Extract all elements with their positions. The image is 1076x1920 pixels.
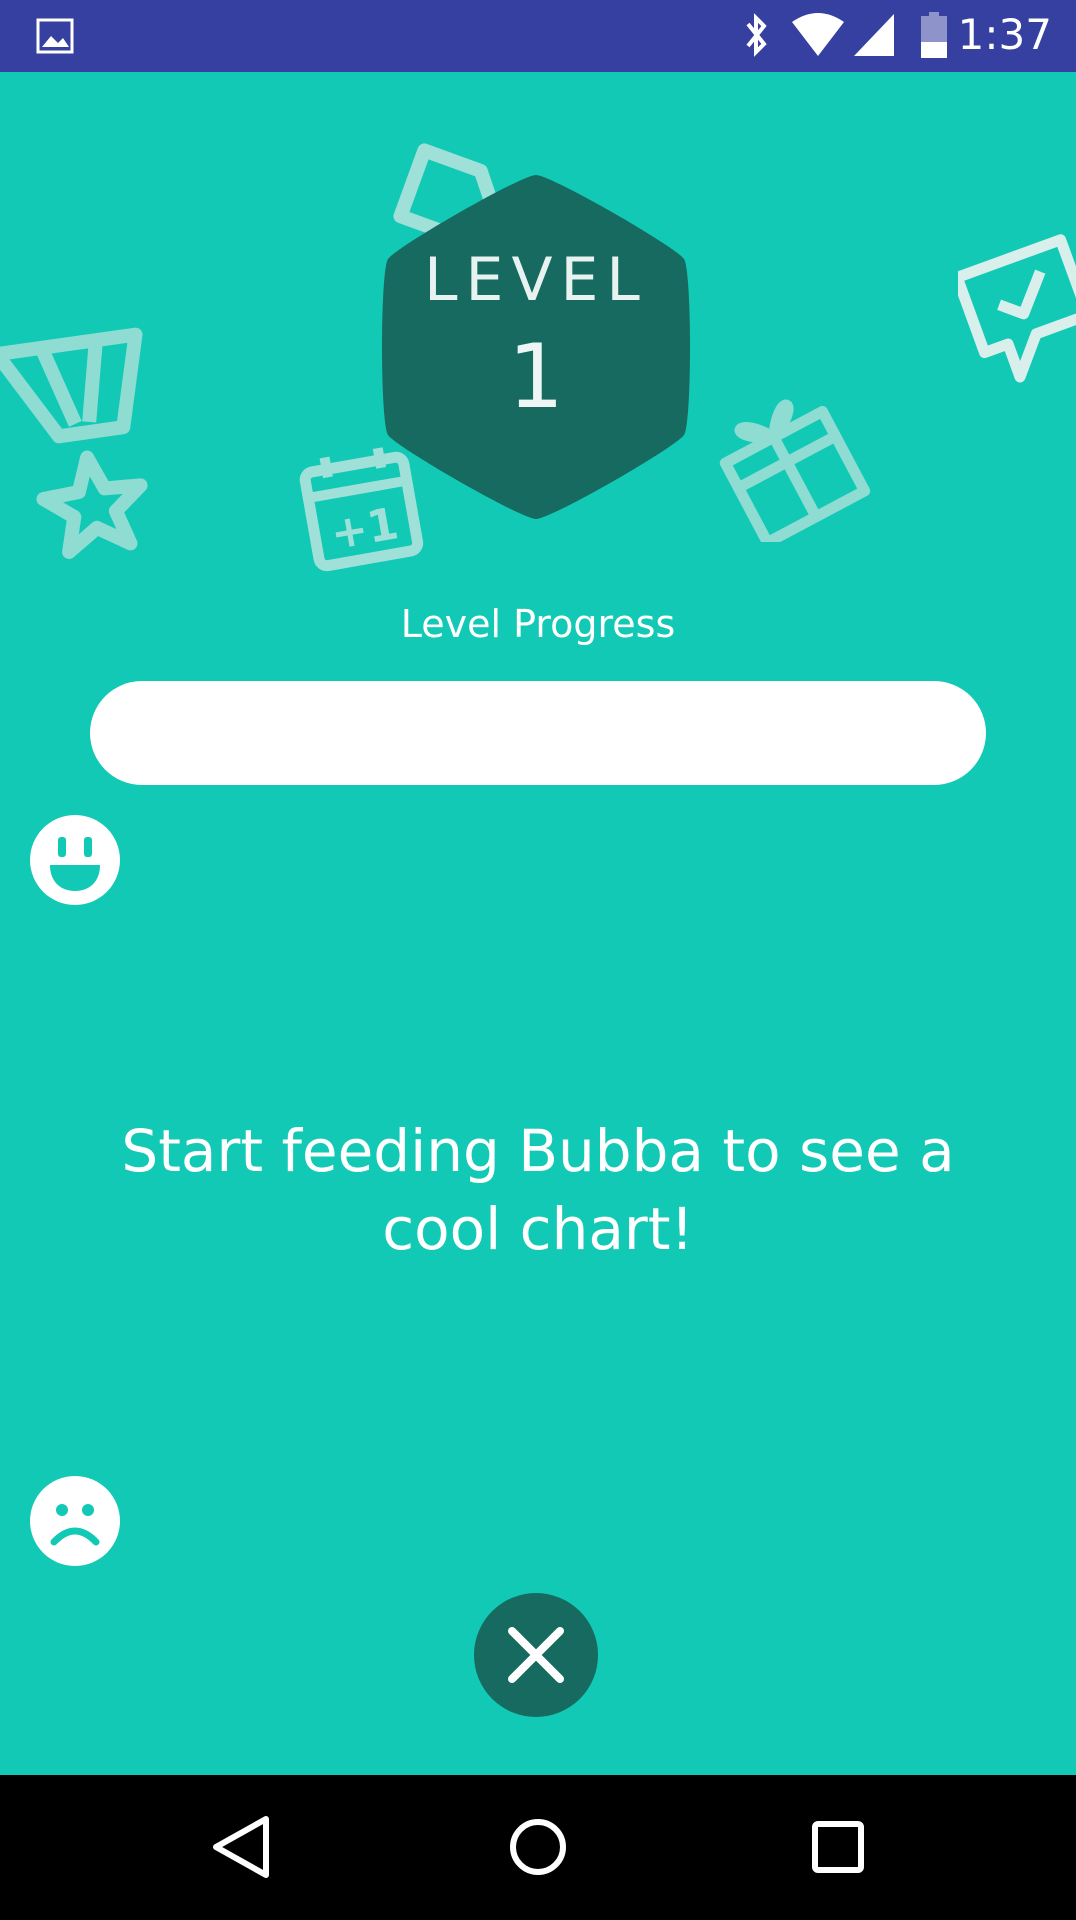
sad-face-icon <box>30 1476 120 1566</box>
happy-face-icon <box>30 815 120 905</box>
recents-icon <box>812 1821 864 1873</box>
main-content: +1 LEVEL 1 Level Progress Start feeding … <box>0 72 1076 1775</box>
checkmark-chat-icon <box>951 232 1076 396</box>
bluetooth-icon <box>742 0 772 76</box>
level-badge: LEVEL 1 <box>376 167 696 527</box>
home-icon <box>510 1819 566 1875</box>
level-progress-bar <box>90 681 986 785</box>
status-bar: 1:37 <box>0 0 1076 72</box>
close-button[interactable] <box>474 1593 598 1717</box>
close-icon <box>508 1627 564 1683</box>
navigation-bar <box>0 1775 1076 1920</box>
battery-icon <box>918 0 950 76</box>
image-notification-icon <box>36 0 76 76</box>
medal-icon <box>0 322 180 566</box>
empty-chart-message: Start feeding Bubba to see a cool chart! <box>121 1117 955 1263</box>
level-label: LEVEL <box>424 245 648 315</box>
gift-icon <box>700 372 880 549</box>
back-button[interactable] <box>170 1775 310 1920</box>
progress-label: Level Progress <box>400 602 676 646</box>
cellular-signal-icon <box>852 0 896 76</box>
wifi-icon <box>790 0 846 76</box>
back-icon <box>213 1816 269 1878</box>
recents-button[interactable] <box>768 1775 908 1920</box>
clock: 1:37 <box>957 10 1052 59</box>
level-number: 1 <box>508 325 564 428</box>
home-button[interactable] <box>468 1775 608 1920</box>
